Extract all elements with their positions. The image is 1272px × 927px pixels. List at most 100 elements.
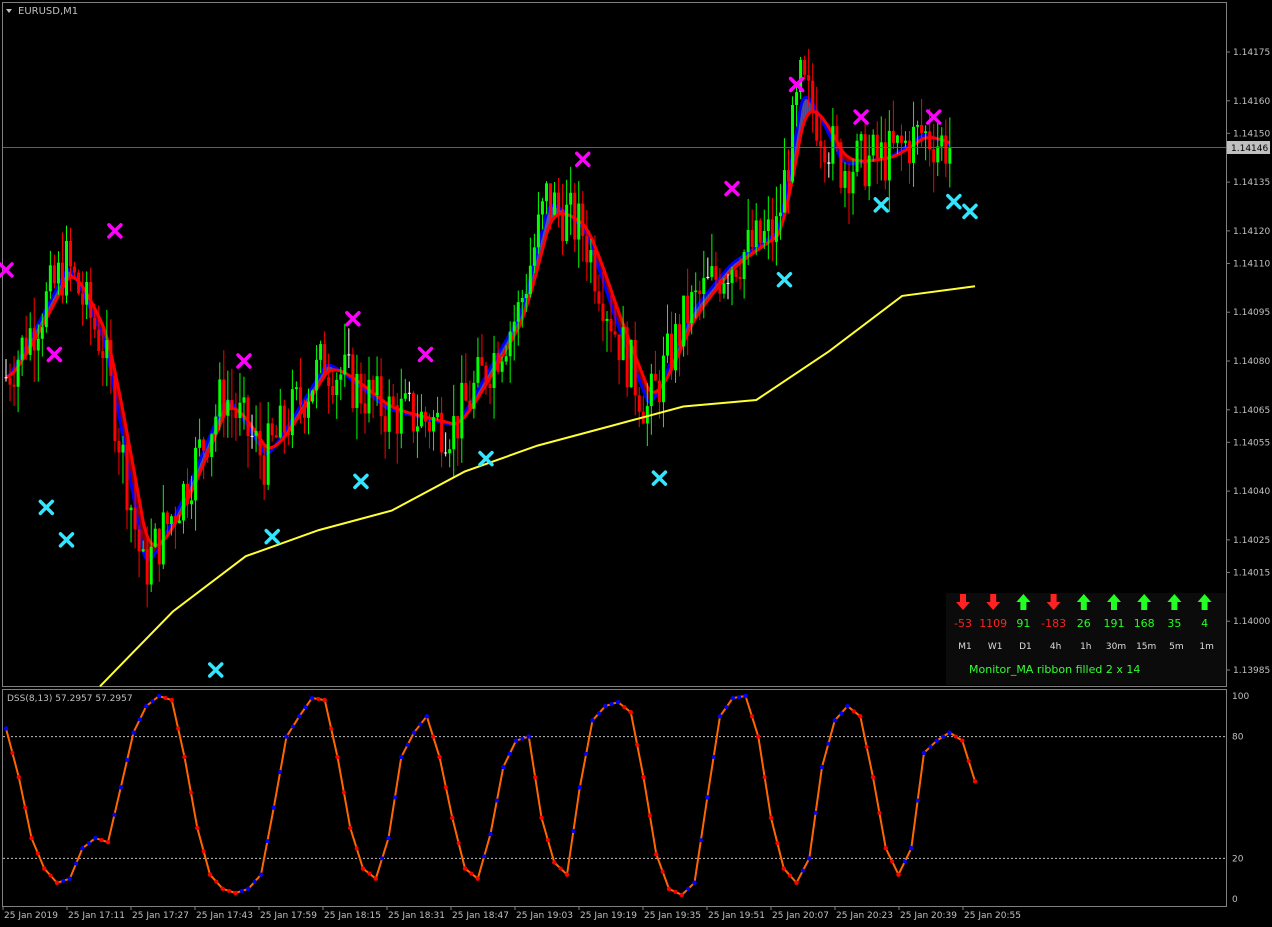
- candle-body: [657, 380, 661, 403]
- candle-body: [746, 229, 750, 252]
- candle-body: [496, 352, 500, 372]
- candle-body: [879, 142, 883, 158]
- dss-point: [67, 876, 72, 881]
- dss-point: [870, 775, 876, 780]
- candle-body: [561, 209, 565, 242]
- candle-body: [835, 126, 839, 143]
- candle-body: [40, 327, 44, 339]
- candle-body: [524, 293, 528, 299]
- dss-point: [188, 790, 193, 795]
- symbol-label: EURUSD,M1: [18, 6, 78, 17]
- candle-body: [270, 423, 274, 436]
- candle-body: [282, 405, 286, 433]
- time-tick-label: 25 Jan 18:47: [452, 911, 509, 921]
- time-tick-label: 25 Jan 17:59: [260, 911, 317, 921]
- candle-body: [581, 203, 585, 236]
- dss-point: [711, 754, 716, 759]
- monitor-title: Monitor_MA ribbon filled 2 x 14: [969, 663, 1140, 676]
- dss-point: [360, 866, 366, 871]
- dss-point: [890, 859, 895, 864]
- candle-body: [605, 318, 609, 321]
- monitor-value: 191: [1104, 617, 1125, 630]
- candle-body: [722, 283, 726, 294]
- dss-point: [552, 860, 557, 865]
- candle-body: [504, 356, 508, 362]
- candle-body: [137, 529, 141, 552]
- dss-point: [673, 889, 678, 894]
- candle-body: [758, 220, 762, 243]
- dss-point: [571, 828, 576, 833]
- candle-body: [432, 417, 436, 432]
- dss-point: [16, 775, 21, 780]
- dss-point: [839, 711, 844, 716]
- candle-body: [411, 392, 415, 432]
- candle-body: [339, 374, 343, 380]
- candle-body: [843, 170, 847, 188]
- dss-point: [482, 854, 487, 859]
- candle-body: [887, 130, 891, 181]
- dss-point: [864, 744, 869, 749]
- candle-body: [670, 333, 674, 371]
- candle-body: [375, 376, 379, 396]
- candle-body: [129, 507, 133, 511]
- candle-body: [186, 483, 190, 505]
- candle-body: [698, 290, 702, 294]
- dss-point: [851, 709, 856, 714]
- candle-body: [819, 140, 823, 147]
- candle-body: [601, 303, 605, 321]
- candle-body: [577, 203, 581, 240]
- candle-body: [875, 134, 879, 158]
- dss-point: [265, 839, 270, 844]
- candle-body: [121, 444, 125, 453]
- candle-body: [738, 276, 742, 280]
- price-tick-label: 1.14110: [1233, 259, 1270, 269]
- dss-point: [883, 846, 888, 851]
- candle-body: [839, 142, 843, 188]
- time-tick-label: 25 Jan 19:03: [516, 911, 573, 921]
- candle-body: [859, 134, 863, 141]
- candle-body: [678, 324, 682, 347]
- candle-body: [500, 361, 504, 372]
- candle-body: [343, 354, 347, 375]
- dss-point: [877, 810, 882, 815]
- candle-body: [702, 278, 706, 294]
- dss-point: [450, 815, 455, 820]
- candle-body: [782, 170, 786, 213]
- candle-body: [335, 379, 339, 396]
- time-tick-label: 25 Jan 2019: [4, 911, 58, 921]
- dss-point: [348, 825, 353, 831]
- monitor-value: 168: [1134, 617, 1155, 630]
- candle-body: [315, 359, 319, 391]
- candle-body: [290, 389, 294, 436]
- dss-point: [660, 869, 665, 874]
- candle-body: [403, 393, 407, 399]
- dss-point: [743, 693, 748, 699]
- candle-body: [286, 432, 290, 436]
- dss-point: [125, 757, 130, 762]
- dss-point: [329, 726, 334, 731]
- dss-point: [564, 872, 570, 877]
- dss-point: [118, 785, 123, 790]
- candle-body: [831, 126, 835, 164]
- candle-body: [56, 262, 60, 284]
- dss-point: [431, 734, 436, 739]
- dss-point: [724, 705, 729, 710]
- candle-body: [907, 140, 911, 163]
- candle-body: [726, 282, 730, 284]
- dss-point: [941, 734, 946, 739]
- candle-body: [48, 265, 52, 292]
- candle-body: [387, 396, 391, 432]
- candle-body: [32, 328, 36, 351]
- dss-point: [335, 754, 340, 760]
- dss-point: [99, 838, 104, 843]
- candle-body: [855, 140, 859, 172]
- dss-point: [80, 846, 85, 851]
- candle-body: [165, 512, 169, 524]
- candle-body: [795, 92, 799, 105]
- chart-canvas[interactable]: EURUSD,M1 1.14175 1.14160 1.14150 1.14135 1.…: [0, 0, 1272, 927]
- candle-body: [520, 298, 524, 303]
- dss-point: [788, 873, 793, 878]
- candle-body: [190, 500, 194, 505]
- candle-body: [28, 328, 32, 355]
- candle-body: [153, 528, 157, 547]
